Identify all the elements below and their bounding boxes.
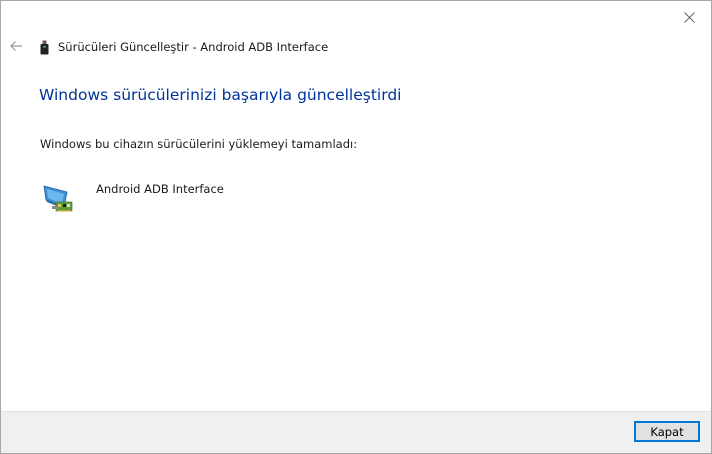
close-icon xyxy=(683,11,695,23)
device-list-item: Android ADB Interface xyxy=(43,180,224,214)
back-button[interactable] xyxy=(7,37,25,55)
dialog-header: Sürücüleri Güncelleştir - Android ADB In… xyxy=(40,38,328,56)
dialog-title: Sürücüleri Güncelleştir - Android ADB In… xyxy=(58,40,329,54)
dialog-footer: Kapat xyxy=(1,411,711,453)
device-name: Android ADB Interface xyxy=(96,182,224,196)
usb-device-icon xyxy=(40,40,49,55)
window-close-button[interactable] xyxy=(669,3,709,31)
back-arrow-icon xyxy=(10,41,22,51)
network-adapter-icon xyxy=(43,185,73,212)
success-headline: Windows sürücülerinizi başarıyla güncell… xyxy=(39,86,402,104)
install-status-text: Windows bu cihazın sürücülerini yüklemey… xyxy=(40,137,358,151)
close-button[interactable]: Kapat xyxy=(634,421,700,442)
driver-update-dialog: Sürücüleri Güncelleştir - Android ADB In… xyxy=(0,0,712,454)
